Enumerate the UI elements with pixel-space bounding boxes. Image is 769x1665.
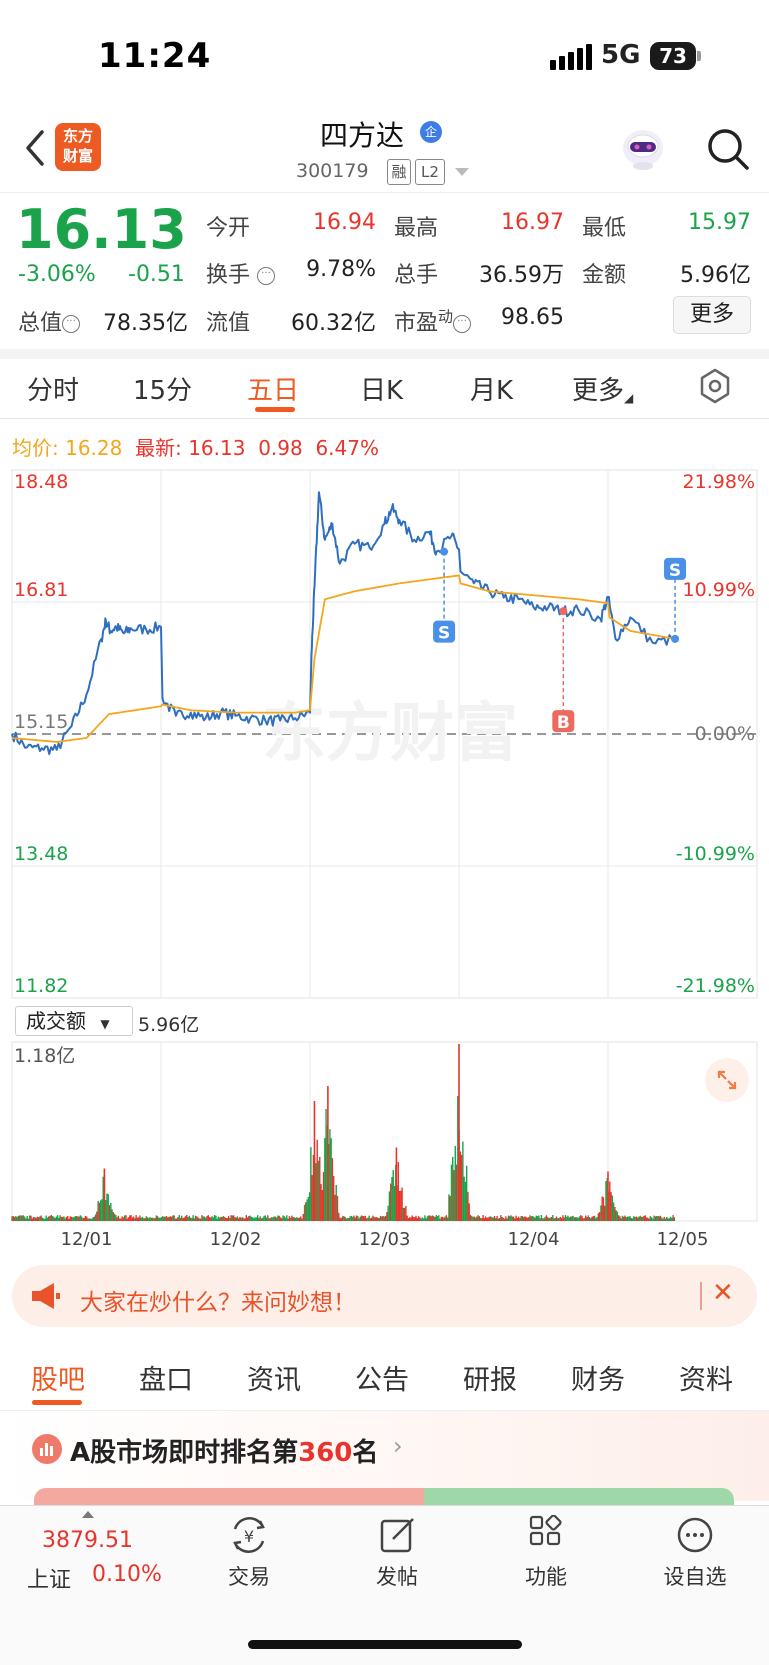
y-tick-right: 0.00% <box>695 723 755 745</box>
nav-add-watchlist[interactable]: 设自选 <box>650 1515 740 1591</box>
rank-number: 360 <box>298 1438 353 1468</box>
x-tick-label: 12/05 <box>657 1229 709 1250</box>
expand-icon <box>717 1070 737 1090</box>
y-tick-right: 10.99% <box>683 579 755 601</box>
tab-pankou[interactable]: 盘口 <box>139 1358 193 1397</box>
home-indicator <box>248 1640 522 1649</box>
marker-label: B <box>557 713 570 733</box>
svg-text:¥: ¥ <box>244 1527 254 1546</box>
expand-chart-button[interactable] <box>705 1058 749 1102</box>
tab-finance[interactable]: 财务 <box>571 1358 625 1397</box>
nav-post-label: 发帖 <box>376 1565 418 1589</box>
volume-pane-border <box>11 1041 758 1222</box>
tab-news[interactable]: 资讯 <box>247 1358 301 1397</box>
chart-grid <box>11 469 758 1222</box>
y-tick-left: 16.81 <box>14 579 68 601</box>
volume-bars <box>11 1044 676 1221</box>
index-change-pct[interactable]: 0.10% <box>92 1562 162 1587</box>
caret-up-icon[interactable] <box>82 1511 94 1518</box>
y-tick-right: -10.99% <box>676 843 755 865</box>
rank-text[interactable]: A股市场即时排名第360名 <box>70 1432 378 1469</box>
nav-functions[interactable]: 功能 <box>501 1515 591 1591</box>
nav-trade[interactable]: ¥ 交易 <box>204 1515 294 1591</box>
tab-research[interactable]: 研报 <box>463 1358 517 1397</box>
banner-divider <box>700 1282 702 1310</box>
banner-text[interactable]: 大家在炒什么？来问妙想！ <box>80 1283 356 1317</box>
volume-indicator-select[interactable]: 成交额 ▼ <box>15 1006 133 1036</box>
y-tick-left: 18.48 <box>14 471 68 493</box>
y-tick-left: 15.15 <box>14 711 68 733</box>
volume-total: 5.96亿 <box>138 1014 200 1036</box>
apps-grid-icon <box>529 1515 562 1546</box>
chevron-right-icon[interactable]: › <box>393 1432 403 1460</box>
nav-functions-label: 功能 <box>525 1565 567 1589</box>
trade-yen-icon: ¥ <box>233 1517 265 1553</box>
nav-trade-label: 交易 <box>228 1565 270 1589</box>
tab-active-underline <box>32 1400 82 1405</box>
nav-add-watchlist-label: 设自选 <box>663 1565 727 1589</box>
five-day-chart[interactable]: 东方财富 18.48 16.81 15.15 13.48 11.82 21.98% 10.9… <box>0 0 769 1250</box>
megaphone-icon <box>30 1281 62 1315</box>
nav-post[interactable]: 发帖 <box>352 1515 442 1591</box>
caret-down-icon: ▼ <box>100 1017 110 1031</box>
marker-label: S <box>438 624 450 644</box>
more-dots-icon <box>677 1517 713 1553</box>
close-icon[interactable]: ✕ <box>712 1278 734 1308</box>
watermark: 东方财富 <box>262 697 518 771</box>
x-tick-label: 12/01 <box>61 1229 113 1250</box>
y-tick-right: -21.98% <box>676 975 755 997</box>
marker-label: S <box>669 561 681 581</box>
tab-guba[interactable]: 股吧 <box>31 1358 85 1397</box>
y-tick-right: 21.98% <box>683 471 755 493</box>
x-tick-label: 12/02 <box>210 1229 262 1250</box>
y-tick-left: 11.82 <box>14 975 68 997</box>
x-axis-ticks: 12/01 12/02 12/03 12/04 12/05 <box>61 1229 709 1250</box>
compose-icon <box>380 1518 414 1553</box>
rank-chart-icon <box>32 1434 62 1464</box>
x-tick-label: 12/03 <box>359 1229 411 1250</box>
index-name[interactable]: 上证 <box>27 1562 71 1594</box>
index-value[interactable]: 3879.51 <box>42 1528 133 1553</box>
volume-max-label: 1.18亿 <box>14 1045 75 1067</box>
tab-announcements[interactable]: 公告 <box>355 1358 409 1397</box>
tab-profile[interactable]: 资料 <box>679 1358 733 1397</box>
y-tick-left: 13.48 <box>14 843 68 865</box>
x-tick-label: 12/04 <box>508 1229 560 1250</box>
